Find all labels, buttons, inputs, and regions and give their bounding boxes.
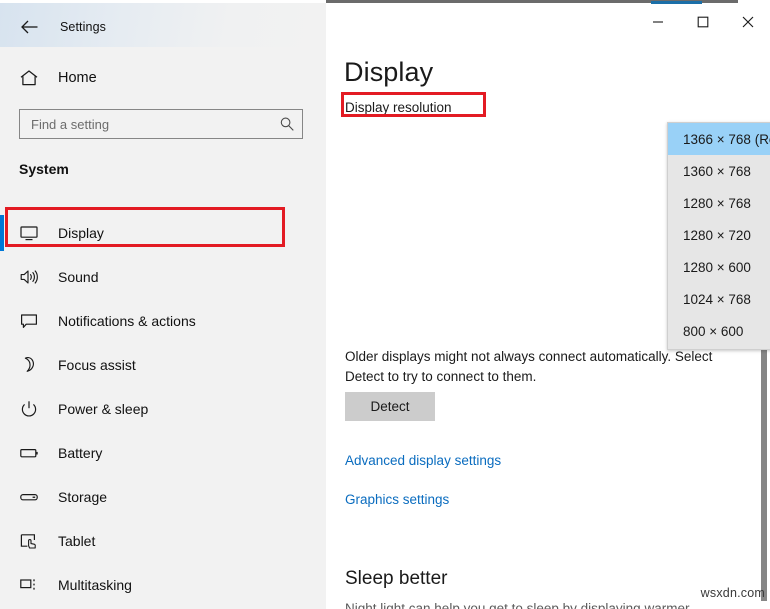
sidebar-item-storage[interactable]: Storage — [0, 475, 326, 519]
sidebar-item-label: Display — [58, 225, 104, 241]
storage-drive-icon — [18, 486, 40, 508]
home-icon — [17, 67, 41, 89]
battery-icon — [18, 442, 40, 464]
resolution-dropdown-list[interactable]: 1366 × 768 (Recommended) 1360 × 768 1280… — [667, 122, 770, 350]
sidebar-item-label: Sound — [58, 269, 98, 285]
watermark: wsxdn.com — [701, 586, 765, 600]
close-icon — [742, 16, 754, 28]
sidebar: Settings Home System — [0, 3, 326, 609]
notification-balloon-icon — [18, 310, 40, 332]
sidebar-item-label: Multitasking — [58, 577, 132, 593]
sidebar-item-label: Storage — [58, 489, 107, 505]
maximize-icon — [697, 16, 709, 28]
sidebar-item-battery[interactable]: Battery — [0, 431, 326, 475]
back-arrow-icon — [21, 20, 38, 34]
sidebar-item-label: Focus assist — [58, 357, 136, 373]
search-input[interactable] — [31, 117, 276, 132]
minimize-icon — [652, 16, 664, 28]
moon-icon — [18, 354, 40, 376]
dropdown-option[interactable]: 1360 × 768 — [668, 155, 770, 187]
settings-window: Settings Home System — [0, 0, 770, 609]
power-icon — [18, 398, 40, 420]
sidebar-item-label: Notifications & actions — [58, 313, 196, 329]
sidebar-item-power-sleep[interactable]: Power & sleep — [0, 387, 326, 431]
sidebar-item-home[interactable]: Home — [0, 63, 326, 93]
home-label: Home — [58, 70, 97, 86]
dropdown-option[interactable]: 1280 × 600 — [668, 251, 770, 283]
window-title: Settings — [60, 20, 106, 34]
sidebar-item-notifications[interactable]: Notifications & actions — [0, 299, 326, 343]
search-icon[interactable] — [276, 116, 298, 132]
speaker-icon — [18, 266, 40, 288]
minimize-button[interactable] — [635, 6, 680, 38]
main-scrollbar-thumb[interactable] — [761, 349, 767, 601]
sleep-better-subtext: Night light can help you get to sleep by… — [345, 601, 689, 609]
search-box[interactable] — [19, 109, 303, 139]
dropdown-option[interactable]: 800 × 600 — [668, 315, 770, 347]
monitor-icon — [18, 222, 40, 244]
sidebar-titlebar: Settings — [0, 6, 326, 47]
tablet-hand-icon — [18, 530, 40, 552]
sidebar-item-label: Battery — [58, 445, 102, 461]
sidebar-item-multitasking[interactable]: Multitasking — [0, 563, 326, 607]
dropdown-option[interactable]: 1366 × 768 (Recommended) — [668, 123, 770, 155]
display-resolution-label: Display resolution — [345, 100, 452, 115]
sidebar-nav-list: Display Sound — [0, 211, 326, 607]
sidebar-section-title: System — [19, 161, 69, 177]
detect-button[interactable]: Detect — [345, 392, 435, 421]
sidebar-item-focus-assist[interactable]: Focus assist — [0, 343, 326, 387]
sleep-better-heading: Sleep better — [345, 568, 447, 590]
sidebar-item-tablet[interactable]: Tablet — [0, 519, 326, 563]
multitasking-icon — [18, 574, 40, 596]
window-accent-bar — [651, 1, 702, 4]
advanced-display-settings-link[interactable]: Advanced display settings — [345, 453, 501, 468]
sidebar-item-label: Tablet — [58, 533, 95, 549]
sidebar-item-display[interactable]: Display — [0, 211, 326, 255]
selection-indicator — [0, 215, 4, 251]
dropdown-option[interactable]: 1024 × 768 — [668, 283, 770, 315]
window-controls — [635, 3, 770, 41]
maximize-button[interactable] — [680, 6, 725, 38]
sidebar-item-sound[interactable]: Sound — [0, 255, 326, 299]
dropdown-option[interactable]: 1280 × 720 — [668, 219, 770, 251]
sidebar-item-label: Power & sleep — [58, 401, 148, 417]
dropdown-option[interactable]: 1280 × 768 — [668, 187, 770, 219]
graphics-settings-link[interactable]: Graphics settings — [345, 492, 449, 507]
close-button[interactable] — [725, 6, 770, 38]
page-title: Display — [344, 57, 433, 88]
main-content: Display Display resolution 1366 × 768 (R… — [326, 3, 770, 609]
back-button[interactable] — [6, 11, 52, 43]
detect-helper-text: Older displays might not always connect … — [345, 347, 745, 387]
